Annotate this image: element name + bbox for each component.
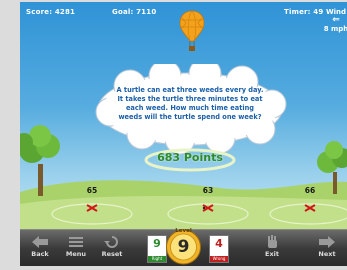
wrong-count-card: 4 Wrong xyxy=(209,235,229,263)
hot-air-balloon-icon xyxy=(179,10,205,51)
menu-label: Menu xyxy=(65,250,87,258)
back-button[interactable]: Back xyxy=(20,230,60,266)
question-text: A turtle can eat three weeds every day. … xyxy=(116,86,264,121)
wrong-label: Wrong xyxy=(210,256,228,262)
next-button[interactable]: Next xyxy=(307,230,347,266)
score-display: Score: 4281 xyxy=(26,8,76,16)
reset-button[interactable]: Reset xyxy=(92,230,132,266)
wrong-count: 4 xyxy=(215,237,223,250)
game-screen: Score: 4281 Goal: 7110 Timer: 49 Wind ⇐ … xyxy=(20,2,347,266)
next-label: Next xyxy=(318,250,336,258)
landscape xyxy=(20,125,347,234)
menu-button[interactable]: Menu xyxy=(56,230,96,266)
hand-stop-icon xyxy=(268,235,277,248)
answer-choice-2[interactable]: 63 xyxy=(188,186,228,195)
back-arrow-icon xyxy=(32,236,48,248)
right-count-card: 9 Right xyxy=(147,235,167,263)
level-number: 9 xyxy=(177,237,190,257)
timer-display: Timer: 49 xyxy=(284,8,324,16)
wind-speed: 8 mph xyxy=(323,25,347,33)
level-label: Level xyxy=(175,228,192,234)
landing-x-mark-icon[interactable] xyxy=(86,204,98,212)
next-arrow-icon xyxy=(319,236,335,248)
wind-arrow-icon: ⇐ xyxy=(332,15,340,25)
menu-icon xyxy=(69,237,83,247)
back-label: Back xyxy=(31,250,49,258)
answer-choice-3[interactable]: 66 xyxy=(290,186,330,195)
goal-display: Goal: 7110 xyxy=(112,8,157,16)
exit-button[interactable]: Exit xyxy=(252,230,292,266)
reset-label: Reset xyxy=(101,250,123,258)
right-count: 9 xyxy=(153,237,161,250)
landing-x-mark-icon[interactable] xyxy=(202,204,214,212)
reset-icon xyxy=(104,236,118,248)
bottom-toolbar: Back Menu Reset 9 Right Level 9 4 Wrong … xyxy=(20,228,347,266)
answer-choice-1[interactable]: 65 xyxy=(72,186,112,195)
exit-label: Exit xyxy=(265,250,279,258)
landing-x-mark-icon[interactable] xyxy=(304,204,316,212)
right-label: Right xyxy=(148,256,166,262)
wind-indicator: Wind ⇐ 8 mph xyxy=(322,8,347,33)
